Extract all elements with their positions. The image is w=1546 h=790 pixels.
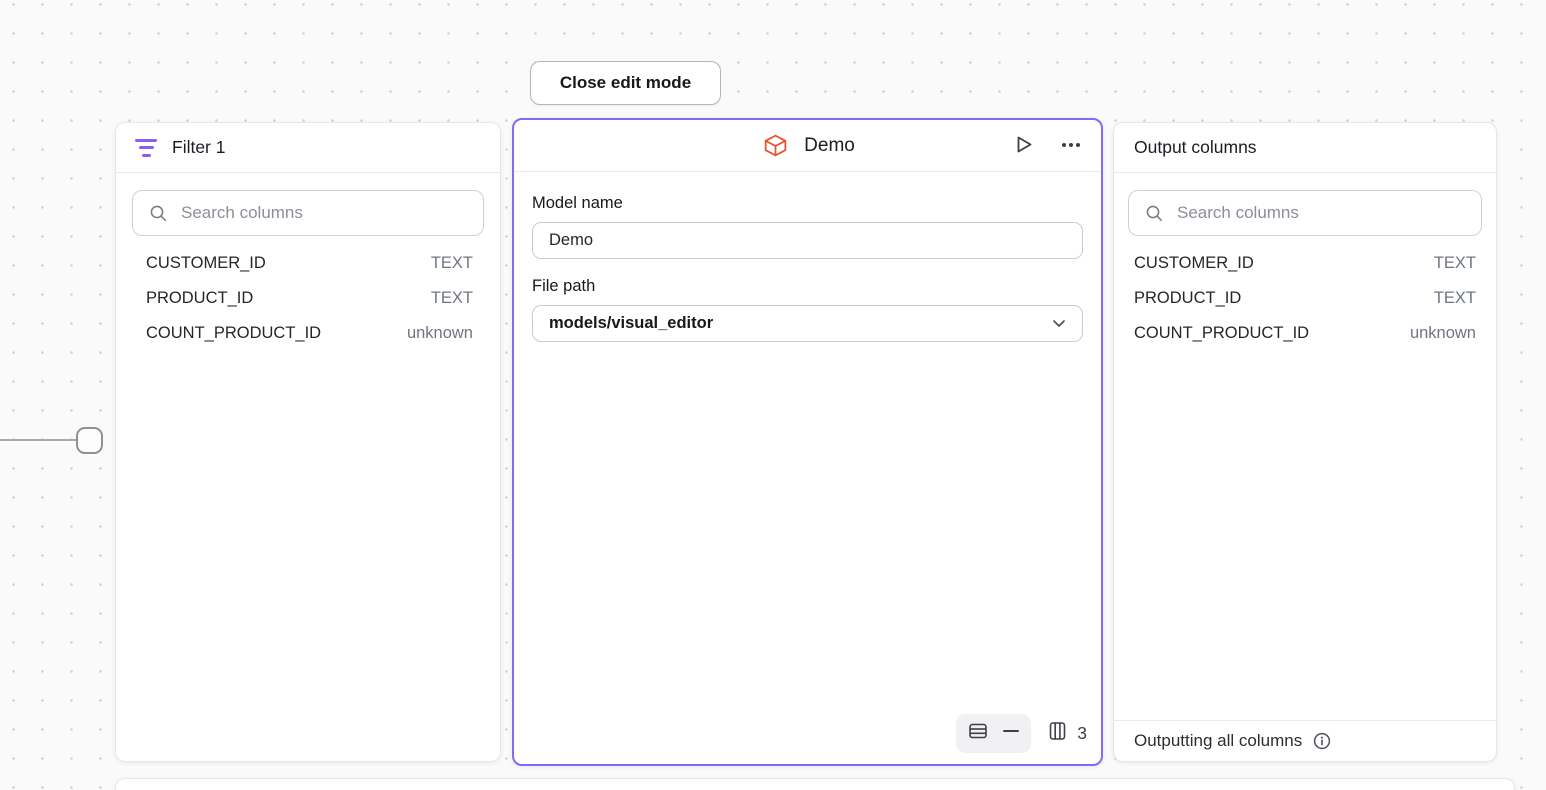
model-name-label: Model name [532,194,1083,213]
chevron-down-icon [1052,315,1066,333]
column-name: CUSTOMER_ID [146,254,266,273]
output-search-box[interactable] [1128,190,1482,236]
rows-icon [967,720,989,747]
column-row[interactable]: COUNT_PRODUCT_ID unknown [116,316,500,351]
model-stats-footer: 3 [956,714,1087,753]
file-path-value: models/visual_editor [549,314,713,333]
model-name-input[interactable] [532,222,1083,259]
output-column-list: CUSTOMER_ID TEXT PRODUCT_ID TEXT COUNT_P… [1114,246,1496,351]
canvas[interactable]: Close edit mode Filter 1 CUSTOMER_ID TEX… [0,0,1546,790]
output-panel-header: Output columns [1114,123,1496,173]
cube-icon [760,131,791,160]
minus-icon [1002,720,1020,747]
run-model-button[interactable] [1010,131,1037,161]
column-name: CUSTOMER_ID [1134,254,1254,273]
filter-search-box[interactable] [132,190,484,236]
bottom-partial-panel[interactable] [115,778,1515,790]
filter-panel-header: Filter 1 [116,123,500,173]
file-path-label: File path [532,277,1083,296]
info-icon[interactable] [1310,729,1334,753]
filter-node-panel[interactable]: Filter 1 CUSTOMER_ID TEXT PRODUCT_ID TEX… [115,122,501,762]
filter-column-list: CUSTOMER_ID TEXT PRODUCT_ID TEXT COUNT_P… [116,246,500,351]
column-count-value: 3 [1077,723,1087,744]
column-row[interactable]: PRODUCT_ID TEXT [116,281,500,316]
column-count-stat[interactable]: 3 [1047,720,1087,747]
close-edit-mode-button[interactable]: Close edit mode [530,61,721,105]
column-row[interactable]: CUSTOMER_ID TEXT [116,246,500,281]
column-type: TEXT [1434,289,1476,308]
columns-icon [1047,720,1068,747]
column-name: COUNT_PRODUCT_ID [1134,324,1309,343]
file-path-select[interactable]: models/visual_editor [532,305,1083,342]
column-name: PRODUCT_ID [146,289,253,308]
column-type: unknown [407,324,473,343]
model-node-panel[interactable]: Demo [512,118,1103,766]
row-count-stat[interactable] [956,714,1031,753]
output-footer-text: Outputting all columns [1134,731,1302,751]
model-panel-header: Demo [514,120,1101,172]
play-icon [1012,133,1035,159]
output-columns-panel[interactable]: Output columns CUSTOMER_ID TEXT PRODUCT_… [1113,122,1497,762]
filter-search-input[interactable] [181,203,469,223]
edge-connector-handle[interactable] [76,427,103,454]
filter-icon [134,139,158,157]
column-name: PRODUCT_ID [1134,289,1241,308]
column-type: TEXT [1434,254,1476,273]
column-type: TEXT [431,254,473,273]
column-row[interactable]: COUNT_PRODUCT_ID unknown [1114,316,1496,351]
more-options-button[interactable] [1057,131,1085,161]
column-row[interactable]: PRODUCT_ID TEXT [1114,281,1496,316]
column-name: COUNT_PRODUCT_ID [146,324,321,343]
model-panel-title: Demo [804,135,855,157]
column-type: unknown [1410,324,1476,343]
search-icon [1143,202,1166,225]
ellipsis-icon [1059,133,1083,159]
output-panel-title: Output columns [1134,137,1257,158]
column-type: TEXT [431,289,473,308]
output-search-input[interactable] [1177,203,1467,223]
output-panel-footer: Outputting all columns [1114,720,1496,761]
search-icon [147,202,170,225]
column-row[interactable]: CUSTOMER_ID TEXT [1114,246,1496,281]
edge-connector-line [0,439,78,441]
filter-panel-title: Filter 1 [172,137,225,158]
